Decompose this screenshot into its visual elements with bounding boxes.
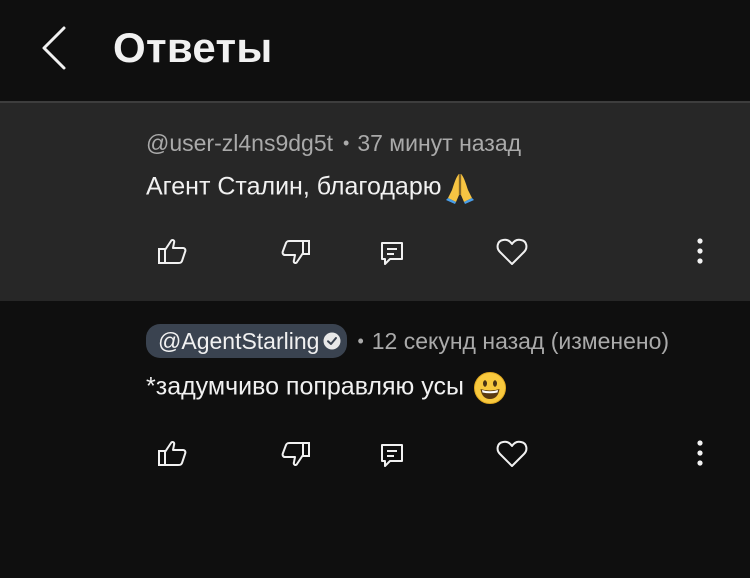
comment-author: @AgentStarling [158,327,320,354]
smiling-face-emoji [473,371,507,405]
comment-author[interactable]: @user-zl4ns9dg5t [146,130,333,157]
more-options-button[interactable] [680,231,720,271]
reply-comment: @user-zl4ns9dg5t • 37 минут назад Агент … [0,103,750,301]
thumbs-up-icon [158,238,187,264]
heart-icon [496,238,528,265]
meta-separator: • [357,330,364,351]
heart-button[interactable] [492,433,532,473]
comment-actions [0,433,750,483]
comment-text-row: Агент Сталин, благодарю [146,171,477,205]
creator-author-chip[interactable]: @AgentStarling [146,324,348,358]
more-vertical-icon [697,238,703,264]
heart-button[interactable] [492,231,532,271]
comment-time: 12 секунд назад (изменено) [371,327,670,354]
thumbs-up-icon [158,440,187,466]
reply-icon [381,444,403,467]
comment-text: Агент Сталин, благодарю [146,172,442,201]
meta-separator: • [343,132,350,153]
comment-actions [0,231,750,281]
thumbs-down-icon [281,442,310,467]
comment-meta: @AgentStarling • 12 секунд назад (измене… [146,324,669,358]
comment-text-row: *задумчиво поправляю усы [146,371,507,405]
dislike-button[interactable] [276,231,316,271]
comment-time: 37 минут назад [357,129,522,156]
folded-hands-emoji [443,171,477,205]
chevron-left-icon [42,26,66,70]
back-button[interactable] [30,22,82,74]
app-header: Ответы [0,0,750,102]
reply-comment: @AgentStarling • 12 секунд назад (измене… [0,301,750,578]
page-title: Ответы [113,24,273,71]
comment-meta: @user-zl4ns9dg5t • 37 минут назад [146,126,521,160]
heart-icon [496,440,528,467]
thumbs-down-icon [281,240,310,265]
reply-button[interactable] [372,231,412,271]
verified-check-icon [323,332,341,350]
more-options-button[interactable] [680,433,720,473]
like-button[interactable] [152,433,192,473]
comment-text: *задумчиво поправляю усы [146,372,464,401]
dislike-button[interactable] [276,433,316,473]
like-button[interactable] [152,231,192,271]
reply-button[interactable] [372,433,412,473]
reply-icon [381,242,403,265]
more-vertical-icon [697,440,703,466]
